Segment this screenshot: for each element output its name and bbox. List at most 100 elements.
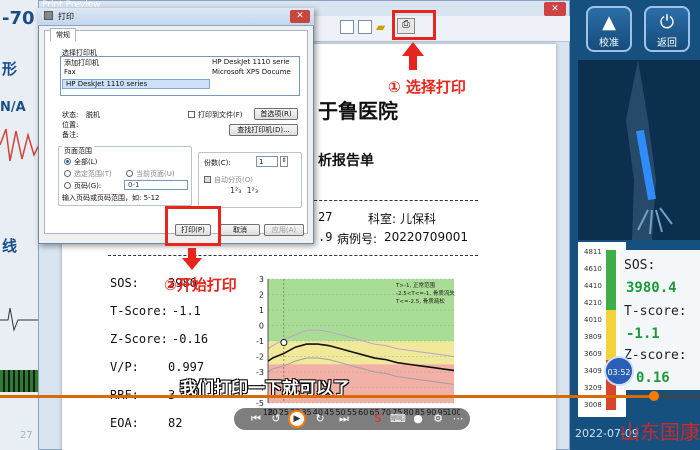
play-button[interactable]: ▶ <box>288 410 306 428</box>
one-page-icon[interactable] <box>340 20 354 34</box>
scale-tick: 4610 <box>584 265 602 273</box>
arrow-up-shaft <box>409 54 417 70</box>
skip-forward-icon[interactable]: ⏭ <box>336 412 352 426</box>
report-subtitle: 析报告单 <box>318 153 374 169</box>
radio-pages-label: 页码(G): <box>74 182 102 190</box>
radio-all-label: 全部(L) <box>74 158 98 166</box>
scale-band-green <box>606 250 616 310</box>
print-dialog-titlebar[interactable] <box>38 8 314 26</box>
step1-annotation: ① 选择打印 <box>388 78 466 96</box>
print-to-file-label: 打印到文件(F) <box>198 111 243 119</box>
left-label-line: 线 <box>2 237 18 255</box>
y-tick-label: -1 <box>256 337 264 346</box>
radio-current-page-label: 当前页面(U) <box>136 170 175 178</box>
close-button[interactable]: ✕ <box>544 2 566 16</box>
print-to-file-checkbox[interactable] <box>188 111 195 118</box>
folder-icon[interactable]: ▰ <box>376 20 390 34</box>
video-time-badge: 03:52 <box>604 356 634 386</box>
apply-button[interactable]: 应用(A) <box>264 224 304 236</box>
forward-icon[interactable]: ↻ <box>312 412 328 425</box>
zscore-label: Z-score: <box>624 348 687 363</box>
y-tick-label: -5 <box>256 399 264 408</box>
left-waveform-dark <box>0 307 40 332</box>
copies-label: 份数(C): <box>204 159 231 167</box>
dept-value: 儿保科 <box>400 212 437 226</box>
hospital-title: 于鲁医院 <box>318 99 398 123</box>
report-zscore-label: Z-Score: <box>110 332 168 346</box>
report-vp-label: V/P: <box>110 360 139 374</box>
left-bottom-number: 27 <box>20 430 33 441</box>
printer-item-hp-selected[interactable]: HP DeskJet 1110 series <box>66 80 147 88</box>
pages-hint: 输入页码或页码范围，如: 5-12 <box>62 194 160 202</box>
printer-item-hp[interactable]: HP DeskJet 1110 serie <box>212 58 290 66</box>
back-label: 返回 <box>657 38 677 49</box>
case-label: 病例号: <box>337 232 378 246</box>
left-label-na: N/A <box>0 100 26 115</box>
chart-legend-entry: T>-1, 正常范围 <box>395 281 435 289</box>
copies-stepper[interactable]: ⇕ <box>280 156 288 167</box>
skip-back-icon[interactable]: ⏮ <box>248 412 264 426</box>
arrow-down-icon <box>182 258 202 270</box>
arm-xray-image <box>578 60 700 240</box>
mic-icon[interactable]: ● <box>410 412 426 425</box>
tscore-label: T-score: <box>624 304 687 319</box>
printer-item-xps[interactable]: Microsoft XPS Docume <box>212 68 291 76</box>
close-icon: ✕ <box>551 4 559 14</box>
settings-icon[interactable]: ⚙ <box>430 412 446 425</box>
back-button[interactable]: ⏻ 返回 <box>644 6 690 52</box>
radio-pages[interactable] <box>64 182 71 189</box>
print-dialog-title: 打印 <box>58 12 74 21</box>
patient-field-partial: 27 <box>318 210 333 224</box>
play-icon: ▶ <box>293 414 301 424</box>
input-method-icon[interactable]: ⌨ <box>390 412 406 425</box>
tscore-value: -1.1 <box>626 326 660 342</box>
tab-general[interactable]: 常规 <box>50 28 76 41</box>
left-bar-indicator <box>0 370 40 392</box>
pages-input-value: 0-1 <box>128 181 140 189</box>
radio-selection[interactable] <box>64 170 71 177</box>
separator <box>108 255 478 256</box>
printer-item-add[interactable]: 添加打印机 <box>64 58 99 68</box>
scale-tick: 3008 <box>584 401 602 409</box>
printer-item-fax[interactable]: Fax <box>64 68 76 76</box>
y-tick-label: 3 <box>259 275 264 284</box>
more-icon[interactable]: ⋯ <box>450 412 466 425</box>
location-label: 位置: <box>62 121 79 129</box>
two-page-icon[interactable] <box>358 20 372 34</box>
sogou-icon[interactable]: S <box>370 412 386 425</box>
scale-tick: 4210 <box>584 299 602 307</box>
highlight-print-button <box>165 206 221 246</box>
left-waveform-red <box>0 128 40 162</box>
report-zscore-value: -0.16 <box>172 332 209 346</box>
y-tick-label: 1 <box>259 306 264 315</box>
calibrate-label: 校准 <box>599 38 619 49</box>
y-tick-label: 2 <box>259 291 264 300</box>
report-tscore-value: -1.1 <box>172 304 201 318</box>
report-sos-label: SOS: <box>110 276 139 290</box>
video-progress-handle[interactable] <box>649 391 659 401</box>
dept-label: 科室: <box>368 212 397 226</box>
radio-all[interactable] <box>64 158 71 165</box>
highlight-printer-button <box>392 10 436 40</box>
patient-field-partial-2: .9 <box>318 230 333 244</box>
radio-current-page[interactable] <box>126 170 133 177</box>
collate-checkbox[interactable] <box>204 176 211 183</box>
scale-tick: 4410 <box>584 282 602 290</box>
chart-legend-entry: T<=-2.5, 骨质疏松 <box>395 297 445 305</box>
left-label-value: -70 <box>2 8 35 29</box>
video-progress-fill <box>0 395 655 398</box>
rewind-icon[interactable]: ↺ <box>268 412 284 425</box>
copies-value: 1 <box>259 158 264 166</box>
find-printer-button[interactable]: 查找打印机(D)... <box>229 124 298 136</box>
cancel-button[interactable]: 取消 <box>220 224 260 236</box>
dialog-close-button[interactable]: ✕ <box>290 10 310 23</box>
chart-point <box>280 339 288 347</box>
case-value: 20220709001 <box>384 230 468 244</box>
power-icon: ⏻ <box>659 12 675 33</box>
report-eoa-label: EOA: <box>110 416 139 430</box>
calibrate-button[interactable]: ▲ 校准 <box>586 6 632 52</box>
y-tick-label: -2 <box>256 353 264 362</box>
collate-label: 自动分页(O) <box>214 176 253 184</box>
preferences-button[interactable]: 首选项(R) <box>254 108 298 120</box>
printer-icon <box>44 11 53 20</box>
